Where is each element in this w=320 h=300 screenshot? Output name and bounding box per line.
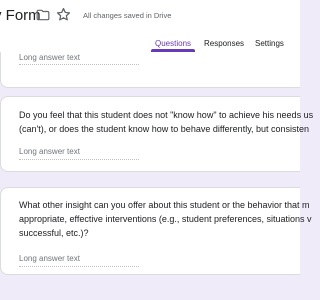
question-card[interactable]: Long answer text: [0, 52, 300, 88]
question-line: successful, etc.)?: [19, 228, 89, 238]
question-card[interactable]: What other insight can you offer about t…: [0, 187, 312, 275]
answer-underline: [19, 266, 139, 267]
question-text[interactable]: Do you feel that this student does not "…: [19, 108, 319, 136]
tab-responses[interactable]: Responses: [204, 39, 244, 48]
form-header: v Form All changes saved in Drive Questi…: [0, 0, 300, 53]
question-text[interactable]: What other insight can you offer about t…: [19, 198, 319, 240]
answer-underline: [19, 159, 139, 160]
question-line: appropriate, effective interventions (e.…: [19, 214, 312, 224]
question-line: (can't), or does the student know how to…: [19, 124, 310, 134]
question-line: What other insight can you offer about t…: [19, 200, 310, 210]
save-status: All changes saved in Drive: [83, 11, 172, 20]
folder-icon[interactable]: [36, 8, 50, 22]
answer-placeholder: Long answer text: [19, 254, 80, 263]
question-card[interactable]: Do you feel that this student does not "…: [0, 96, 313, 172]
answer-placeholder: Long answer text: [19, 53, 80, 62]
star-icon[interactable]: [56, 7, 71, 22]
answer-underline: [19, 64, 139, 65]
tab-questions[interactable]: Questions: [155, 39, 191, 48]
answer-placeholder: Long answer text: [19, 147, 80, 156]
form-title[interactable]: v Form: [0, 7, 41, 24]
tab-settings[interactable]: Settings: [255, 39, 284, 48]
question-line: Do you feel that this student does not "…: [19, 110, 314, 120]
